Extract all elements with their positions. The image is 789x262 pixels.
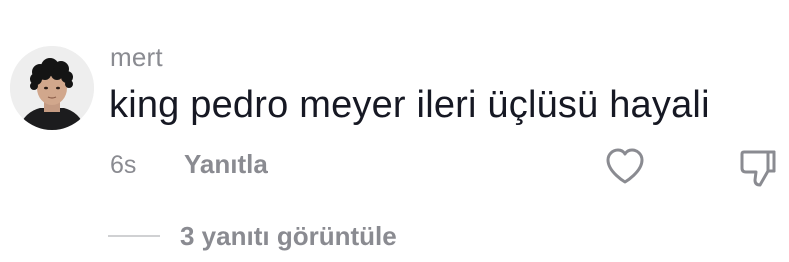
comment-item: mert king pedro meyer ileri üçlüsü hayal…	[0, 0, 789, 262]
heart-outline-icon	[606, 148, 644, 184]
avatar-image	[10, 46, 94, 130]
replies-divider	[108, 235, 160, 237]
comment-text: king pedro meyer ileri üçlüsü hayali	[109, 84, 710, 126]
avatar[interactable]	[10, 46, 94, 130]
comment-username[interactable]: mert	[110, 44, 163, 70]
thumbs-down-icon	[740, 150, 776, 187]
like-button[interactable]	[604, 146, 646, 186]
view-replies-label: 3 yanıtı görüntüle	[180, 221, 397, 251]
dislike-button[interactable]	[738, 147, 778, 189]
reply-button[interactable]: Yanıtla	[184, 151, 268, 177]
view-replies-button[interactable]: 3 yanıtı görüntüle	[108, 221, 397, 251]
comment-timestamp: 6s	[110, 151, 137, 179]
